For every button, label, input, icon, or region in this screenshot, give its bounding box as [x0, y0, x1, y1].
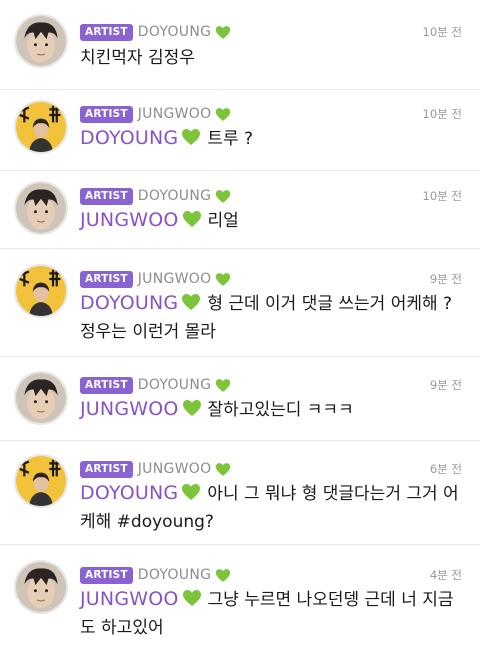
comment-text: 리얼	[207, 211, 239, 231]
green-heart-icon	[215, 378, 231, 393]
avatar-doyoung[interactable]	[14, 560, 68, 614]
comment-text-wrap: 치킨먹자 김정우	[80, 44, 460, 72]
artist-badge: ARTIST	[80, 105, 133, 123]
comment-item: ARTIST DOYOUNG 10분 전 JUNGWOO 리얼	[0, 171, 480, 249]
green-heart-icon	[215, 272, 231, 287]
avatar-jungwoo[interactable]	[14, 100, 68, 154]
timestamp: 9분 전	[429, 378, 462, 392]
mention-link[interactable]: JUNGWOO	[80, 209, 179, 231]
avatar-doyoung[interactable]	[14, 181, 68, 235]
avatar-jungwoo[interactable]	[14, 264, 68, 318]
green-heart-icon	[182, 399, 202, 417]
comment-item: ARTIST DOYOUNG 4분 전 JUNGWOO 그냥 누르면 나오던뎅 근…	[0, 545, 480, 651]
username[interactable]: DOYOUNG	[138, 24, 212, 40]
avatar-jungwoo[interactable]	[14, 454, 68, 508]
comment-header: ARTIST DOYOUNG	[80, 186, 231, 206]
comment-text: 잘하고있는디 ㅋㅋㅋ	[207, 400, 354, 420]
artist-badge: ARTIST	[80, 187, 133, 205]
timestamp: 4분 전	[429, 568, 462, 582]
username[interactable]: JUNGWOO	[138, 271, 212, 287]
green-heart-icon	[215, 462, 231, 477]
comment-text: 트루 ?	[207, 129, 254, 149]
username[interactable]: JUNGWOO	[138, 106, 212, 122]
comment-item: ARTIST DOYOUNG 9분 전 JUNGWOO 잘하고있는디 ㅋㅋㅋ	[0, 357, 480, 441]
timestamp: 10분 전	[422, 189, 462, 203]
green-heart-icon	[215, 25, 231, 40]
comment-text-wrap: JUNGWOO 리얼	[80, 206, 460, 235]
comment-item: ARTIST JUNGWOO 9분 전 DOYOUNG 형 근데 이거 댓글 쓰는…	[0, 249, 480, 357]
timestamp: 6분 전	[429, 462, 462, 476]
mention-link[interactable]: DOYOUNG	[80, 482, 178, 504]
avatar-doyoung[interactable]	[14, 371, 68, 425]
green-heart-icon	[182, 210, 202, 228]
green-heart-icon	[215, 189, 231, 204]
comment-text: 치킨먹자 김정우	[80, 48, 195, 68]
comment-header: ARTIST DOYOUNG	[80, 22, 231, 42]
avatar-doyoung[interactable]	[14, 14, 68, 68]
username[interactable]: DOYOUNG	[138, 188, 212, 204]
artist-badge: ARTIST	[80, 376, 133, 394]
username[interactable]: DOYOUNG	[138, 567, 212, 583]
green-heart-icon	[181, 293, 201, 311]
comment-text-wrap: JUNGWOO 그냥 누르면 나오던뎅 근데 너 지금도 하고있어	[80, 585, 460, 642]
artist-badge: ARTIST	[80, 270, 133, 288]
comment-header: ARTIST JUNGWOO	[80, 459, 231, 479]
username[interactable]: JUNGWOO	[138, 461, 212, 477]
comment-feed: ARTIST DOYOUNG 10분 전 치킨먹자 김정우 ARTIST JUN…	[0, 0, 480, 651]
green-heart-icon	[181, 483, 201, 501]
timestamp: 10분 전	[422, 25, 462, 39]
comment-text-wrap: JUNGWOO 잘하고있는디 ㅋㅋㅋ	[80, 395, 460, 424]
mention-link[interactable]: JUNGWOO	[80, 398, 179, 420]
comment-header: ARTIST JUNGWOO	[80, 104, 231, 124]
username[interactable]: DOYOUNG	[138, 377, 212, 393]
green-heart-icon	[181, 128, 201, 146]
artist-badge: ARTIST	[80, 460, 133, 478]
timestamp: 10분 전	[422, 107, 462, 121]
comment-text-wrap: DOYOUNG 아니 그 뭐냐 형 댓글다는거 그거 어케해 #doyoung?	[80, 479, 460, 536]
mention-link[interactable]: DOYOUNG	[80, 292, 178, 314]
green-heart-icon	[215, 107, 231, 122]
artist-badge: ARTIST	[80, 566, 133, 584]
comment-item: ARTIST JUNGWOO 10분 전 DOYOUNG 트루 ?	[0, 90, 480, 171]
comment-header: ARTIST JUNGWOO	[80, 269, 231, 289]
artist-badge: ARTIST	[80, 23, 133, 41]
comment-header: ARTIST DOYOUNG	[80, 375, 231, 395]
comment-text-wrap: DOYOUNG 형 근데 이거 댓글 쓰는거 어케해 ? 정우는 이런거 몰라	[80, 289, 460, 346]
comment-item: ARTIST JUNGWOO 6분 전 DOYOUNG 아니 그 뭐냐 형 댓글다…	[0, 441, 480, 545]
mention-link[interactable]: DOYOUNG	[80, 127, 178, 149]
comment-text-wrap: DOYOUNG 트루 ?	[80, 124, 460, 153]
green-heart-icon	[215, 568, 231, 583]
green-heart-icon	[182, 589, 202, 607]
comment-header: ARTIST DOYOUNG	[80, 565, 231, 585]
comment-item: ARTIST DOYOUNG 10분 전 치킨먹자 김정우	[0, 0, 480, 90]
mention-link[interactable]: JUNGWOO	[80, 588, 179, 610]
timestamp: 9분 전	[429, 272, 462, 286]
